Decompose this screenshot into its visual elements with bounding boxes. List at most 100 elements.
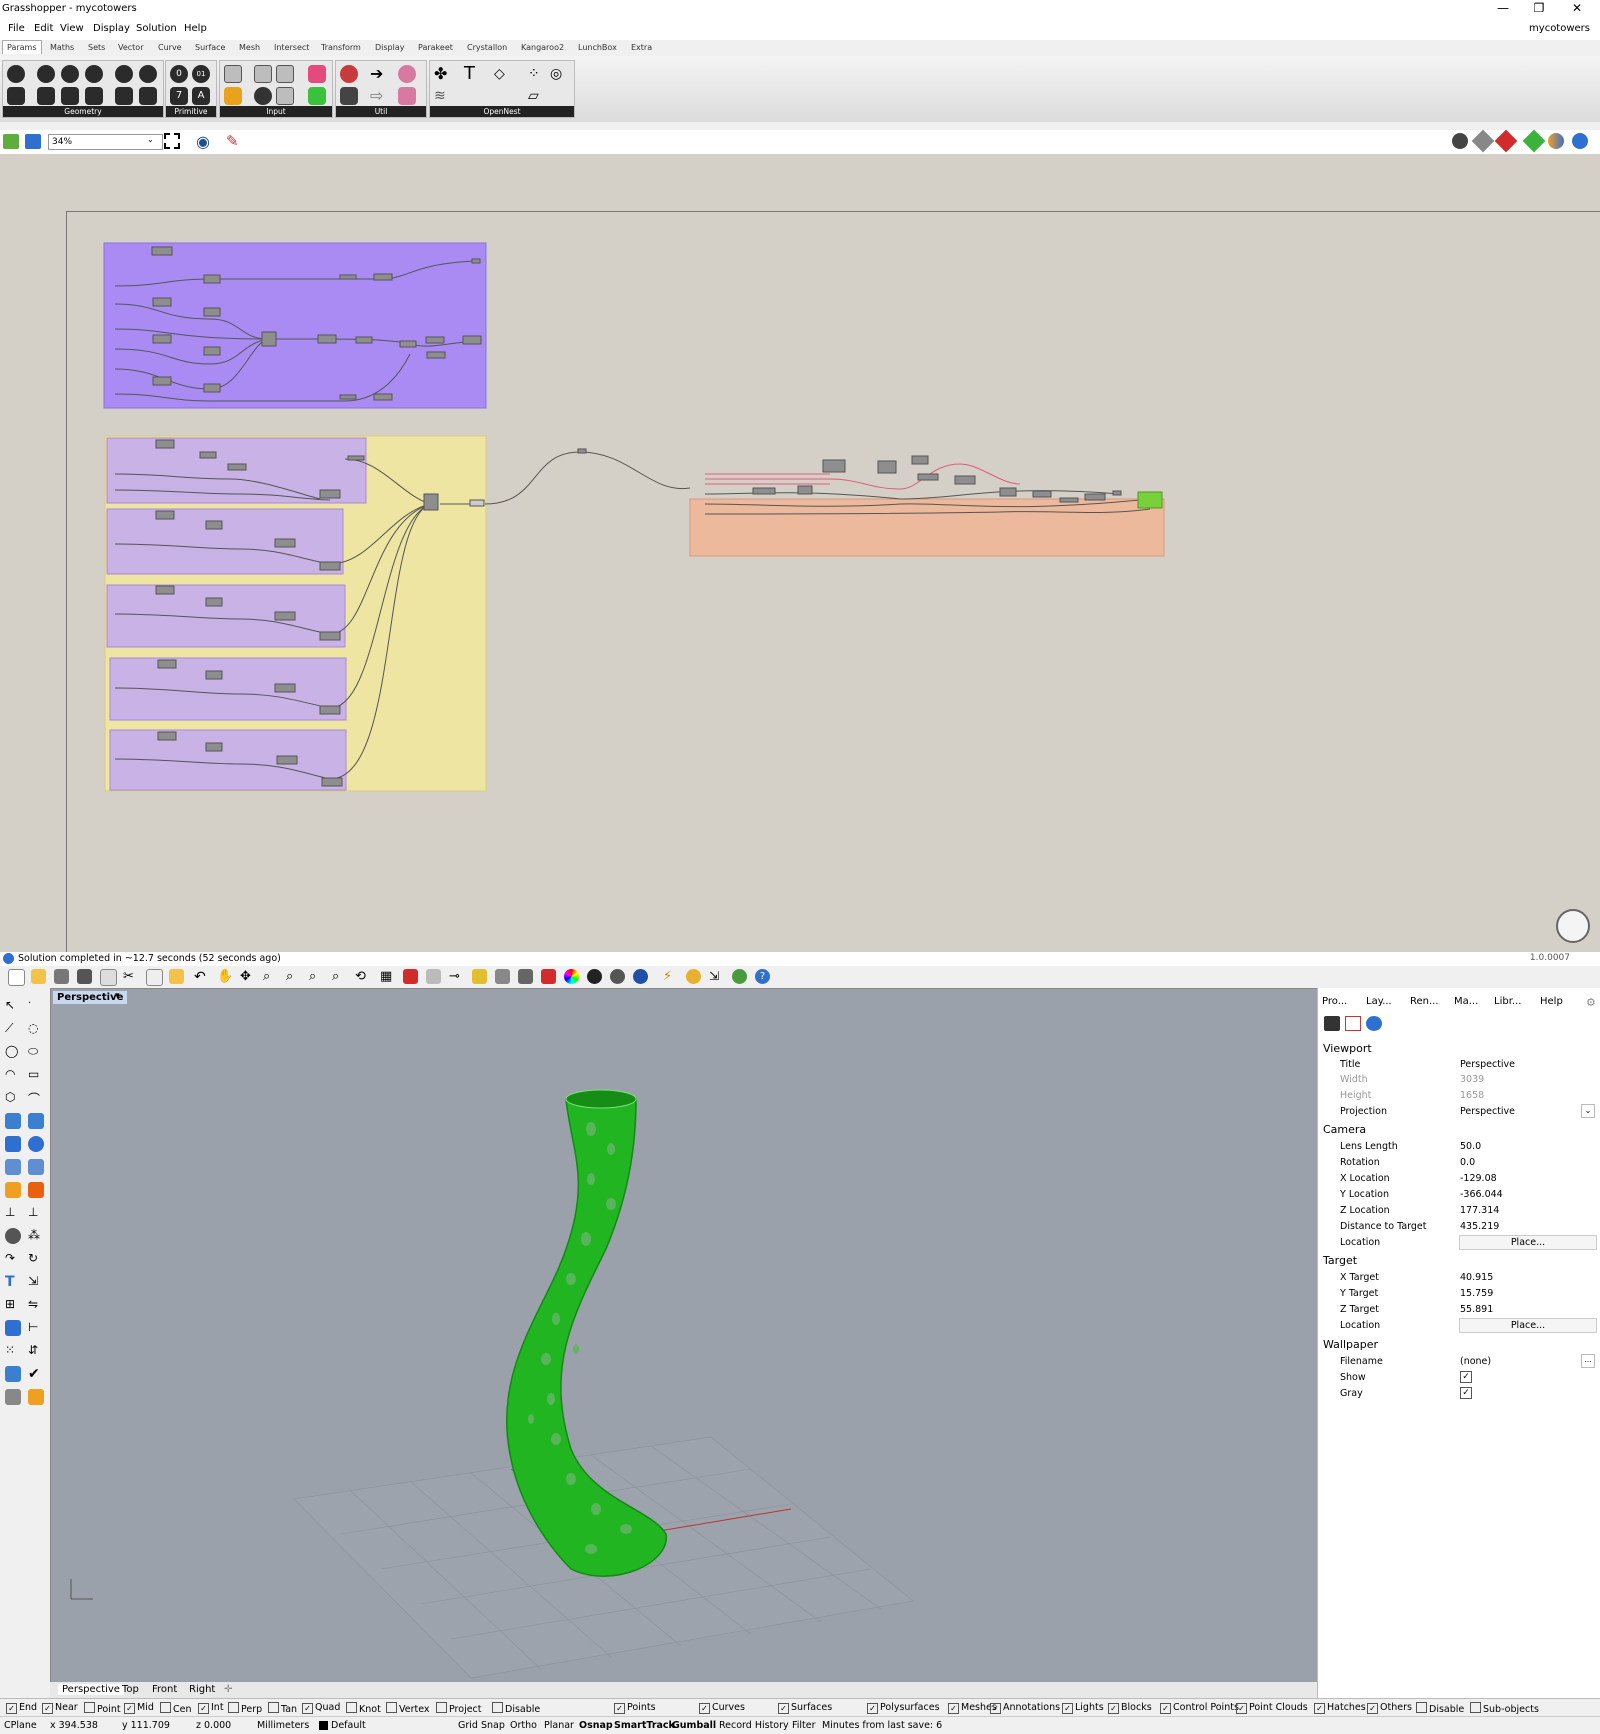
tab-front[interactable]: Front [152, 1684, 177, 1695]
browse-button[interactable]: ... [1581, 1354, 1595, 1368]
osnap-near[interactable]: ✓ Near [42, 1702, 78, 1714]
osnap-checkbox[interactable] [346, 1702, 357, 1713]
zoom-extents-all-icon[interactable]: ⌕ [309, 969, 324, 984]
filter-points[interactable]: ✓ Points [614, 1702, 656, 1714]
camera-icon[interactable] [1324, 1016, 1340, 1031]
definition-graph[interactable] [0, 154, 1600, 952]
preview-mesh-icon[interactable] [1471, 129, 1495, 153]
preview-wire-icon[interactable] [1452, 133, 1468, 149]
new-icon[interactable] [8, 969, 25, 986]
dimension-icon[interactable]: ⇲ [709, 969, 724, 984]
point-icon[interactable]: · [28, 998, 44, 1014]
zoom-extents-icon[interactable] [164, 133, 180, 149]
tab-surface[interactable]: Surface [195, 43, 225, 52]
scale-icon[interactable]: ⇲ [28, 1274, 44, 1290]
osnap-checkbox[interactable]: ✓ [42, 1703, 53, 1714]
title-value[interactable]: Perspective [1460, 1059, 1515, 1070]
filter-checkbox[interactable]: ✓ [1062, 1703, 1073, 1714]
cherry-picker-icon[interactable] [340, 65, 358, 83]
show-checkbox[interactable]: ✓ [1460, 1371, 1472, 1383]
import-icon[interactable] [224, 65, 242, 83]
tab-maths[interactable]: Maths [50, 43, 74, 52]
osnap-checkbox[interactable] [492, 1702, 503, 1713]
osnap-disable[interactable]: Disable [492, 1702, 540, 1715]
fitness-icon[interactable] [398, 65, 416, 83]
projection-value[interactable]: Perspective [1460, 1106, 1515, 1117]
ribbon-group-label[interactable]: OpenNest [430, 106, 574, 117]
grasshopper-canvas[interactable] [0, 154, 1600, 953]
wireframe-icon[interactable] [426, 969, 441, 984]
planar-toggle[interactable]: Planar [544, 1720, 574, 1731]
gumball-toggle[interactable]: Gumball [672, 1720, 716, 1731]
panel-tab-properties[interactable]: Pro... [1322, 996, 1347, 1007]
surface-icon[interactable] [5, 1113, 21, 1129]
tab-sets[interactable]: Sets [88, 43, 105, 52]
ellipse-icon[interactable]: ⬭ [28, 1044, 44, 1060]
tab-top[interactable]: Top [122, 1684, 139, 1695]
lens-length-value[interactable]: 50.0 [1460, 1141, 1481, 1152]
check-icon[interactable]: ✔ [28, 1366, 44, 1382]
ortho-toggle[interactable]: Ortho [510, 1720, 537, 1731]
x-target-value[interactable]: 40.915 [1460, 1272, 1493, 1283]
units-label[interactable]: Millimeters [257, 1720, 309, 1731]
text-param-icon[interactable]: A [192, 87, 210, 105]
tab-crystallon[interactable]: Crystallon [467, 43, 507, 52]
color-swatch-icon[interactable] [308, 87, 326, 105]
circle-param-icon[interactable] [37, 65, 55, 83]
globe-icon[interactable] [732, 969, 747, 984]
osnap-toggle[interactable]: Osnap [579, 1720, 613, 1731]
ribbon-group-label[interactable]: Util [336, 106, 426, 117]
gear-settings-icon[interactable]: ⚙ [1586, 996, 1596, 1009]
panel-tab-help[interactable]: Help [1540, 996, 1563, 1007]
open-icon[interactable] [31, 969, 46, 984]
chevron-down-icon[interactable]: ⌄ [147, 135, 154, 144]
smarttrack-toggle[interactable]: SmartTrack [614, 1720, 675, 1731]
car-icon[interactable] [403, 969, 418, 984]
arc-icon[interactable]: ◠ [5, 1067, 21, 1083]
gear-filter-icon[interactable]: ⚡ [663, 969, 678, 984]
arrow-outline-icon[interactable]: ⇨ [370, 87, 388, 105]
polyline-icon[interactable]: ⟋ [5, 1021, 21, 1037]
preview-eye-icon[interactable]: ◉ [196, 132, 210, 151]
circle-icon[interactable]: ◯ [5, 1044, 21, 1060]
select-icon[interactable]: ⊸ [449, 969, 464, 984]
preview-selected-icon[interactable] [1494, 129, 1518, 153]
filter-checkbox[interactable]: ✓ [1108, 1703, 1119, 1714]
filter-checkbox[interactable] [1416, 1702, 1427, 1713]
filter-checkbox[interactable]: ✓ [699, 1703, 710, 1714]
shaded-preview-icon[interactable] [1548, 133, 1564, 149]
zoom-window-icon[interactable]: ⌕ [263, 969, 278, 984]
group-icon[interactable]: ⁂ [28, 1228, 44, 1244]
open-file-icon[interactable] [3, 134, 19, 149]
menu-solution[interactable]: Solution [136, 23, 177, 34]
box-param-icon[interactable] [61, 87, 79, 105]
analyze-icon[interactable] [5, 1366, 21, 1382]
sphere-icon[interactable] [28, 1136, 44, 1152]
filter-checkbox[interactable]: ✓ [1236, 1703, 1247, 1714]
fan-icon[interactable]: ✤ [434, 65, 452, 83]
osnap-checkbox[interactable]: ✓ [6, 1703, 17, 1714]
tab-extra[interactable]: Extra [631, 43, 652, 52]
gear-icon[interactable] [686, 969, 701, 984]
pan-icon[interactable]: ✋ [217, 969, 233, 984]
print-icon[interactable] [77, 969, 92, 984]
button-icon[interactable] [254, 87, 272, 105]
rotate-view-icon[interactable]: ✥ [240, 969, 255, 984]
filter-others[interactable]: ✓ Others [1367, 1702, 1412, 1714]
render-icon[interactable] [633, 969, 648, 984]
tab-right[interactable]: Right [189, 1684, 215, 1695]
loft-icon[interactable] [28, 1113, 44, 1129]
join-icon[interactable] [5, 1228, 21, 1244]
osnap-checkbox[interactable] [84, 1702, 95, 1713]
panel-icon[interactable] [276, 87, 294, 105]
save-icon[interactable] [54, 969, 69, 984]
distance-value[interactable]: 435.219 [1460, 1221, 1499, 1232]
add-tab-icon[interactable]: ✛ [224, 1684, 232, 1695]
target-place-button[interactable]: Place... [1459, 1318, 1597, 1333]
zoom-selected-icon[interactable]: ⌕ [332, 969, 347, 984]
tab-display[interactable]: Display [375, 43, 405, 52]
array-icon[interactable]: ⊞ [5, 1297, 21, 1313]
gray-checkbox[interactable]: ✓ [1460, 1387, 1472, 1399]
filter-checkbox[interactable]: ✓ [867, 1703, 878, 1714]
properties-icon[interactable] [100, 969, 117, 986]
